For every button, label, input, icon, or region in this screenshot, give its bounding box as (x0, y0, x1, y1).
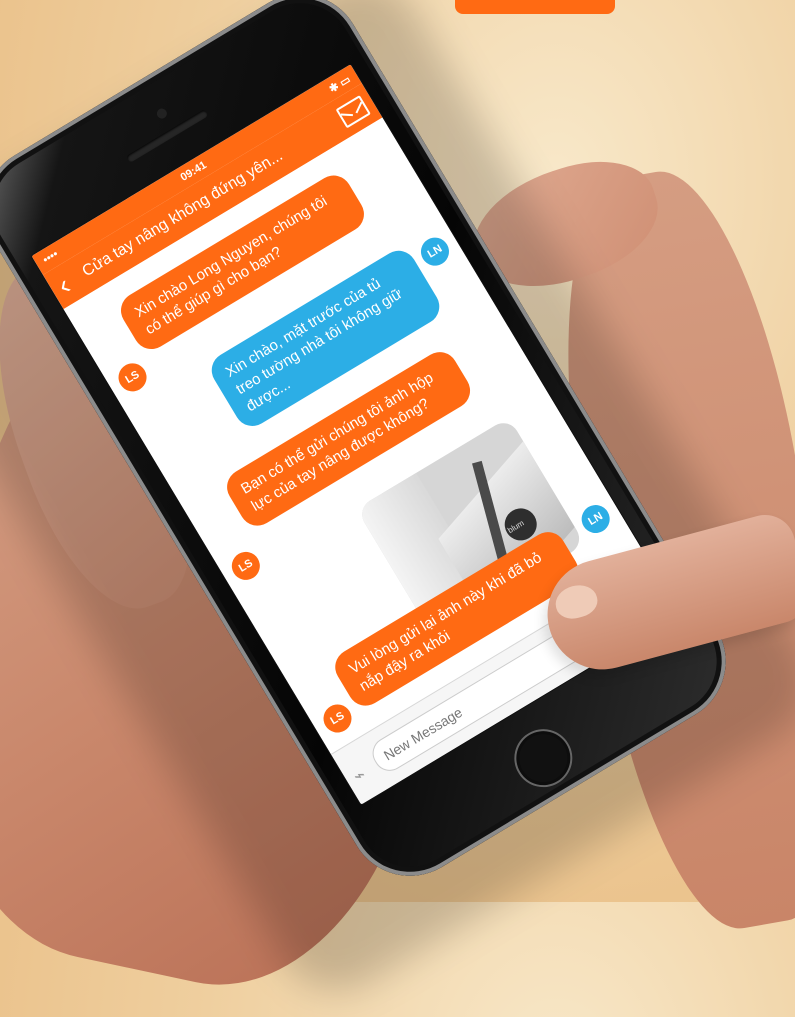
user-avatar: LN (415, 232, 455, 271)
home-button[interactable] (503, 718, 584, 798)
signal-indicator: •••• (41, 248, 61, 267)
staff-avatar: LS (318, 699, 357, 738)
front-camera (154, 106, 169, 121)
attachment-icon[interactable]: ⌁ (350, 764, 370, 788)
background-accent (455, 0, 615, 14)
staff-avatar: LS (113, 358, 152, 397)
fingernail (551, 580, 601, 623)
